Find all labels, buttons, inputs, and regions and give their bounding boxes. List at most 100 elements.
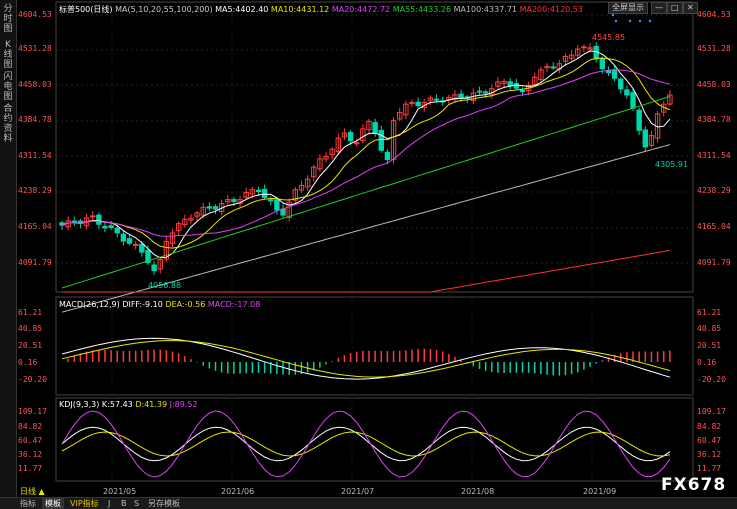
candle-body [415,101,421,107]
kdj-settings[interactable]: KDJ(9,3,3) [59,400,99,409]
candle-body [102,225,108,229]
macd-label-left: 61.21 [18,308,43,317]
watermark-logo: FX678 [661,475,727,495]
candle-body [212,206,219,210]
tab-vip-indicator[interactable]: VIP指标 [70,498,99,509]
candle-body [618,78,624,90]
macd-label-left: 0.16 [18,358,38,367]
tab-template[interactable]: 模板 [42,498,64,509]
macd-label-right: -20.20 [697,375,726,384]
candle-body [372,122,378,134]
ma55-value: MA55:4433.26 [392,5,452,14]
left-tab-bar: 分时图 K线图 闪电图 合约资料 [0,0,17,508]
price-label-left: 4165.04 [18,222,52,231]
kdj-label-left: 84.82 [18,422,43,431]
macd-panel-frame [55,296,694,396]
macd-settings[interactable]: MACD(26,12,9) [59,300,120,309]
macd-header: MACD(26,12,9) DIFF:-9.10 DEA:-0.56 MACD:… [59,300,260,309]
macd-diff-line [61,337,671,380]
tab-contract-info[interactable]: 合约资料 [1,104,15,144]
main-panel-frame [55,1,694,293]
tab-j[interactable]: J [108,498,110,509]
kdj-k: K:57.43 [101,400,133,409]
kdj-j-line [61,410,671,478]
ma55-line [61,96,671,289]
tab-indicator[interactable]: 指标 [20,498,36,509]
tab-b[interactable]: B [121,498,127,509]
tab-flash[interactable]: 闪电图 [1,72,15,102]
candle-body [108,225,114,229]
candle-body [384,151,391,161]
macd-dea: DEA:-0.56 [165,300,206,309]
ma10-line [61,57,671,249]
ma-settings[interactable]: MA(5,10,20,55,100,200) [115,5,213,14]
candle-body [630,92,636,109]
period-selector[interactable]: 日线 ▲ [20,486,45,497]
ma5-line [61,50,671,259]
macd-value: MACD:-17.08 [207,300,261,309]
minimize-button[interactable]: — [651,2,667,14]
price-label-left: 4531.28 [18,44,52,53]
marker-dot [611,13,615,17]
candle-body [126,238,133,244]
candle-body [96,214,102,225]
price-label-left: 4384.78 [18,115,52,124]
candle-body [120,233,127,242]
kdj-label-right: 84.82 [697,422,722,431]
candle-body [482,91,489,94]
macd-label-right: 20.51 [697,341,722,350]
candle-body [433,98,440,101]
ma10-value: MA10:4431.12 [270,5,330,14]
price-label-left: 4238.29 [18,186,52,195]
kdj-header: KDJ(9,3,3) K:57.43 D:41.39 J:89.52 [59,400,198,409]
macd-label-left: -20.20 [18,375,47,384]
restore-button[interactable]: □ [667,2,683,14]
price-label-right: 4165.04 [697,222,731,231]
kdj-label-right: 36.12 [697,450,722,459]
kdj-label-right: 109.17 [697,407,726,416]
kdj-label-left: 36.12 [18,450,43,459]
tab-kline[interactable]: K线图 [1,40,15,70]
tab-s[interactable]: S [134,498,139,509]
price-label-right: 4604.53 [697,10,731,19]
tab-timeshare[interactable]: 分时图 [1,4,15,34]
x-label: 2021/07 [341,487,375,496]
price-label-right: 4238.29 [697,186,731,195]
macd-label-right: 61.21 [697,308,722,317]
price-label-right: 4091.79 [697,258,731,267]
candle-body [354,142,360,145]
kdj-k-line [61,426,671,462]
close-button[interactable]: ✕ [683,2,698,14]
marker-dot [614,19,618,23]
price-label-left: 4091.79 [18,258,52,267]
macd-diff: DIFF:-9.10 [122,300,163,309]
price-label-right: 4531.28 [697,44,731,53]
bottom-tab-bar: 指标 模板 VIP指标 J B S 另存模板 [0,497,737,509]
main-chart-header: 标普500(日线) MA(5,10,20,55,100,200) MA5:440… [59,5,583,14]
candle-body [611,69,618,79]
candle-body [268,199,274,202]
kdj-d: D:41.39 [135,400,168,409]
marker-dot [628,19,632,23]
candle-body [458,93,464,99]
annotation-low-left: 4056.88 [148,281,182,290]
period-selector-label: 日线 [20,487,36,496]
candle-body [642,129,648,148]
candle-body [624,89,630,96]
x-label: 2021/08 [461,487,495,496]
ma20-value: MA20:4472.72 [331,5,391,14]
kdj-label-left: 109.17 [18,407,47,416]
candle-body [274,199,280,211]
candle-body [636,109,642,131]
candle-body [347,131,354,142]
marker-dot [638,19,642,23]
fullscreen-button[interactable]: 全屏显示 [608,2,648,14]
candle-body [280,208,286,216]
symbol-label: 标普500 [59,5,91,14]
price-label-left: 4311.54 [18,151,52,160]
candle-body [519,89,526,93]
tab-save-template[interactable]: 另存模板 [148,498,180,509]
ma20-line [61,69,671,237]
candle-body [231,199,237,202]
chart-canvas [55,1,694,482]
